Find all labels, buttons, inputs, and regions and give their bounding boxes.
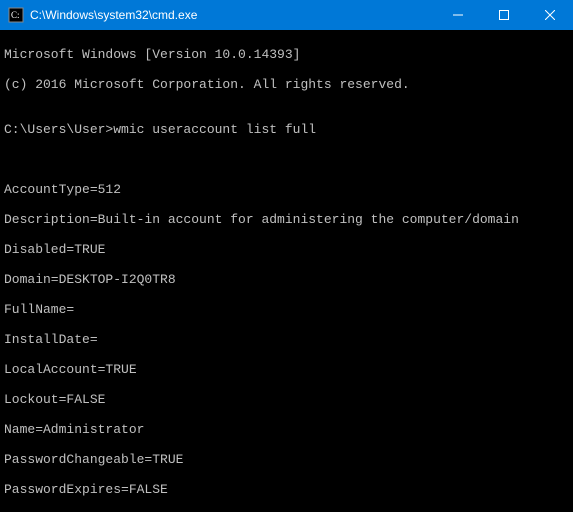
output-line: Disabled=TRUE	[4, 242, 569, 257]
output-line: Description=Built-in account for adminis…	[4, 212, 569, 227]
output-line: PasswordChangeable=TRUE	[4, 452, 569, 467]
window-controls	[435, 0, 573, 30]
window-titlebar: C: C:\Windows\system32\cmd.exe	[0, 0, 573, 30]
output-line: Name=Administrator	[4, 422, 569, 437]
close-icon	[545, 10, 555, 20]
terminal-output[interactable]: Microsoft Windows [Version 10.0.14393] (…	[0, 30, 573, 512]
svg-text:C:: C:	[11, 10, 20, 20]
minimize-button[interactable]	[435, 0, 481, 30]
maximize-button[interactable]	[481, 0, 527, 30]
close-button[interactable]	[527, 0, 573, 30]
cmd-icon: C:	[8, 7, 24, 23]
output-line: AccountType=512	[4, 182, 569, 197]
banner-line: Microsoft Windows [Version 10.0.14393]	[4, 47, 569, 62]
output-line: Domain=DESKTOP-I2Q0TR8	[4, 272, 569, 287]
banner-line: (c) 2016 Microsoft Corporation. All righ…	[4, 77, 569, 92]
window-title: C:\Windows\system32\cmd.exe	[30, 8, 435, 22]
output-line: InstallDate=	[4, 332, 569, 347]
output-line: Lockout=FALSE	[4, 392, 569, 407]
output-line: PasswordExpires=FALSE	[4, 482, 569, 497]
output-line: FullName=	[4, 302, 569, 317]
maximize-icon	[499, 10, 509, 20]
prompt-line: C:\Users\User>wmic useraccount list full	[4, 122, 569, 137]
output-line: LocalAccount=TRUE	[4, 362, 569, 377]
minimize-icon	[453, 10, 463, 20]
